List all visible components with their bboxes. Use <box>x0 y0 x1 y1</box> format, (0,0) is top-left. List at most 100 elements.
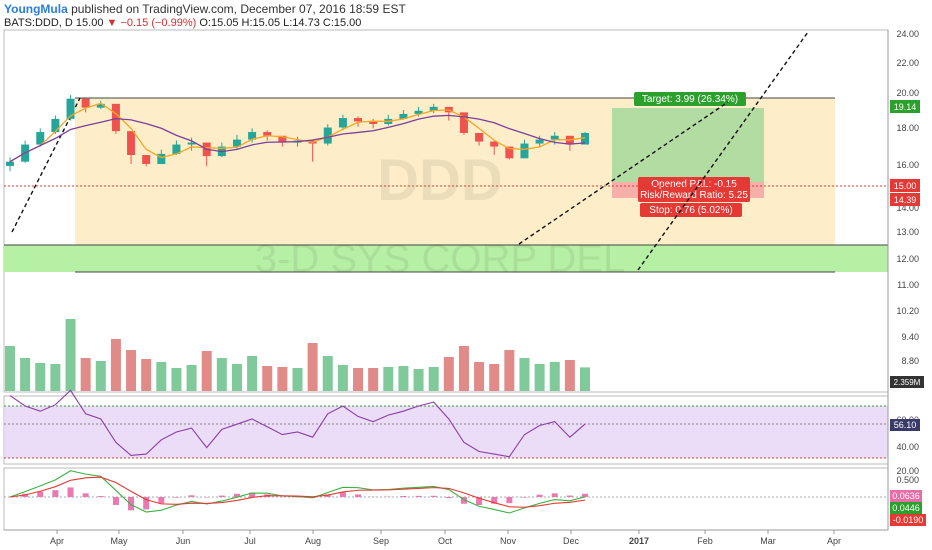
rr-text: Risk/Reward Ratio: 5.25 <box>640 190 748 201</box>
volume-bar <box>307 343 318 391</box>
volume-bar <box>368 368 379 391</box>
price-tick: 9.40 <box>901 332 919 342</box>
time-tick: Mar <box>760 536 776 546</box>
macd-hist-bar <box>158 497 165 504</box>
time-tick: Feb <box>697 536 713 546</box>
volume-bar <box>504 350 515 391</box>
time-tick: Apr <box>50 536 64 546</box>
macd-hist-bar <box>67 487 74 497</box>
volume-bar <box>564 360 575 391</box>
time-tick: Apr <box>827 536 841 546</box>
candle-body <box>111 103 120 132</box>
volume-bars <box>5 319 590 391</box>
candle-body <box>51 118 60 133</box>
macd-hist-bar <box>355 494 362 497</box>
volume-bar <box>383 367 394 391</box>
volume-bar <box>549 362 560 391</box>
candle-body <box>535 139 544 144</box>
candle-body <box>475 132 484 142</box>
macd-hist-bar <box>173 497 180 498</box>
volume-bar <box>474 362 485 391</box>
stop-label[interactable]: Stop: 0.76 (5.02%) <box>640 203 742 217</box>
macd-line-label: 0.0446 <box>892 503 920 513</box>
price-tick: 10.20 <box>896 306 919 316</box>
macd-hist-bar <box>415 495 422 497</box>
macd-hist-bar <box>521 497 528 498</box>
macd-hist-bar <box>218 495 225 497</box>
price-chart[interactable]: DDD 3-D SYS CORP DEL Target: 3.99 (26.34… <box>0 0 932 550</box>
volume-bar <box>156 362 167 391</box>
macd-panel <box>4 470 888 514</box>
pnl-label[interactable]: Opened P&L: -0.15 Risk/Reward Ratio: 5.2… <box>638 177 750 202</box>
price-tick: 13.00 <box>896 227 919 237</box>
time-tick: Nov <box>500 536 517 546</box>
volume-bar <box>126 350 137 391</box>
rsi-panel <box>4 389 888 459</box>
macd-hist-bar <box>112 497 119 505</box>
price-tick: 8.80 <box>901 356 919 366</box>
volume-bar <box>292 368 303 391</box>
rsi-tick: 40.00 <box>896 442 919 452</box>
watermark-symbol: DDD <box>377 148 503 213</box>
volume-bar <box>277 367 288 391</box>
volume-bar <box>35 363 46 391</box>
rsi-current-label: 56.10 <box>894 420 917 430</box>
macd-histogram <box>22 487 588 511</box>
volume-bar <box>20 358 31 391</box>
candle-body <box>520 143 529 159</box>
volume-bar <box>5 346 15 391</box>
candle-body <box>127 131 136 156</box>
macd-hist-bar <box>582 493 588 497</box>
price-tick: 24.00 <box>896 29 919 39</box>
volume-bar <box>322 356 333 391</box>
entry-price-label: 14.39 <box>894 195 917 205</box>
volume-bar <box>534 364 545 391</box>
macd-hist-bar <box>551 493 558 497</box>
time-tick: May <box>110 536 128 546</box>
time-tick: Sep <box>373 536 389 546</box>
price-tick: 18.00 <box>896 123 919 133</box>
time-tick: Jul <box>244 536 256 546</box>
time-tick: Dec <box>563 536 580 546</box>
volume-bar <box>398 366 409 391</box>
time-axis[interactable]: Apr May Jun Jul Aug Sep Oct Nov Dec 2017 Feb Mar Apr <box>4 529 888 546</box>
price-tick: 12.00 <box>896 254 919 264</box>
price-tick: 20.00 <box>896 88 919 98</box>
volume-axis-label: 2.359M <box>894 378 921 387</box>
volume-bar <box>65 319 76 391</box>
volume-bar <box>458 346 469 391</box>
volume-bar <box>443 357 454 391</box>
macd-hist-bar <box>188 495 195 497</box>
macd-signal-label: -0.0190 <box>893 515 924 525</box>
time-tick: 2017 <box>629 536 649 546</box>
macd-hist-bar <box>536 494 543 497</box>
target-price-label: 19.14 <box>894 102 917 112</box>
macd-signal-line <box>9 476 586 508</box>
volume-bar <box>216 358 227 391</box>
volume-bar <box>201 351 212 391</box>
time-tick: Aug <box>305 536 321 546</box>
target-text: Target: 3.99 (26.34%) <box>642 94 738 105</box>
candle-body <box>6 161 14 166</box>
macd-hist-bar <box>52 490 59 497</box>
volume-bar <box>110 339 121 391</box>
volume-bar <box>186 365 197 391</box>
target-label[interactable]: Target: 3.99 (26.34%) <box>634 92 746 106</box>
last-price-label: 15.00 <box>894 181 917 191</box>
macd-hist-bar <box>37 491 44 497</box>
candle-body <box>142 155 151 164</box>
volume-bar <box>580 367 590 391</box>
volume-bar <box>489 364 500 391</box>
volume-bar <box>337 365 348 391</box>
candle-body <box>81 98 90 108</box>
candle-body <box>338 118 347 128</box>
volume-bar <box>428 367 439 391</box>
price-tick: 16.00 <box>896 160 919 170</box>
volume-bar <box>247 356 258 391</box>
candle-body <box>354 118 363 122</box>
macd-hist-bar <box>128 497 135 511</box>
watermark-name: 3-D SYS CORP DEL <box>255 237 626 281</box>
macd-hist-bar <box>566 495 573 497</box>
macd-tick: 0.500 <box>896 475 919 485</box>
macd-hist-bar <box>82 493 89 497</box>
